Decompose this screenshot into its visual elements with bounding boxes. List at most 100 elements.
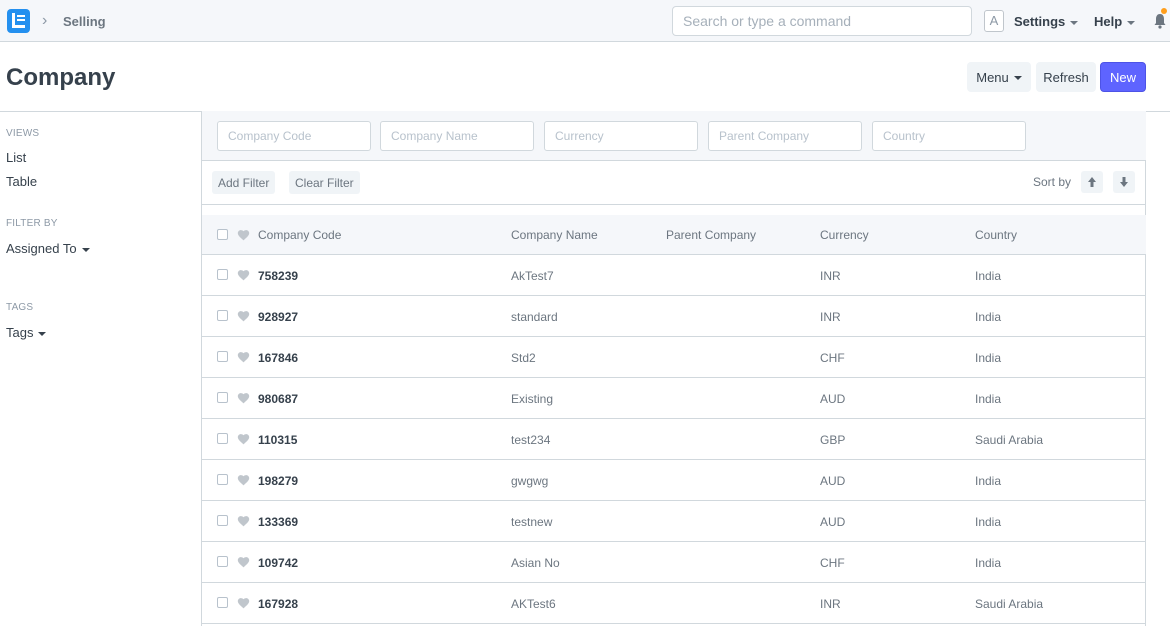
sidebar-item-table[interactable]: Table xyxy=(6,174,37,189)
parent-company-filter[interactable] xyxy=(708,121,862,151)
tags-label: TAGS xyxy=(6,302,34,313)
chevron-right-icon: › xyxy=(42,12,48,29)
bell-icon[interactable] xyxy=(1153,13,1167,29)
caret-down-icon xyxy=(1070,20,1079,25)
column-header-company-code[interactable]: Company Code xyxy=(258,228,341,242)
tags-dropdown-label: Tags xyxy=(6,325,34,340)
country-cell: India xyxy=(975,310,1002,324)
clear-filter-button[interactable]: Clear Filter xyxy=(289,171,360,194)
currency-filter[interactable] xyxy=(544,121,698,151)
assigned-to-label: Assigned To xyxy=(6,241,77,256)
divider xyxy=(202,204,1146,205)
new-button[interactable]: New xyxy=(1100,62,1146,92)
table-row[interactable]: 109742 Asian No CHF India xyxy=(202,542,1146,583)
tags-dropdown[interactable]: Tags xyxy=(6,325,47,340)
arrow-up-icon xyxy=(1088,177,1096,187)
breadcrumb-selling[interactable]: Selling xyxy=(63,14,106,29)
currency-cell: GBP xyxy=(820,433,846,447)
heart-icon[interactable] xyxy=(237,392,250,404)
currency-cell: AUD xyxy=(820,515,846,529)
company-code-cell[interactable]: 133369 xyxy=(258,515,298,529)
table-row[interactable]: 758239 AkTest7 INR India xyxy=(202,255,1146,296)
row-checkbox[interactable] xyxy=(217,392,228,403)
caret-down-icon xyxy=(1013,76,1022,81)
row-checkbox[interactable] xyxy=(217,269,228,280)
company-code-cell[interactable]: 198279 xyxy=(258,474,298,488)
heart-icon[interactable] xyxy=(237,229,250,241)
country-cell: India xyxy=(975,269,1002,283)
company-name-cell: testnew xyxy=(511,515,553,529)
company-code-cell[interactable]: 928927 xyxy=(258,310,298,324)
company-code-cell[interactable]: 110315 xyxy=(258,433,297,447)
avatar[interactable]: A xyxy=(984,10,1004,32)
currency-cell: CHF xyxy=(820,351,845,365)
heart-icon[interactable] xyxy=(237,556,250,568)
row-checkbox[interactable] xyxy=(217,556,228,567)
sort-by-button[interactable]: Sort by xyxy=(1033,175,1071,189)
row-checkbox[interactable] xyxy=(217,310,228,321)
views-label: VIEWS xyxy=(6,128,40,139)
company-name-filter[interactable] xyxy=(380,121,534,151)
row-checkbox[interactable] xyxy=(217,474,228,485)
menu-button[interactable]: Menu xyxy=(967,62,1031,92)
sort-ascending-button[interactable] xyxy=(1081,171,1103,193)
company-name-cell: AKTest6 xyxy=(511,597,556,611)
company-name-cell: AkTest7 xyxy=(511,269,554,283)
table-row[interactable]: 167928 AKTest6 INR Saudi Arabia xyxy=(202,583,1146,624)
table-row[interactable]: 133369 testnew AUD India xyxy=(202,501,1146,542)
table-row[interactable]: 928927 standard INR India xyxy=(202,296,1146,337)
row-checkbox[interactable] xyxy=(217,433,228,444)
caret-down-icon xyxy=(38,331,47,336)
heart-icon[interactable] xyxy=(237,310,250,322)
sort-descending-button[interactable] xyxy=(1113,171,1135,193)
row-checkbox[interactable] xyxy=(217,351,228,362)
select-all-checkbox[interactable] xyxy=(217,229,228,240)
country-cell: India xyxy=(975,392,1002,406)
heart-icon[interactable] xyxy=(237,269,250,281)
currency-cell: AUD xyxy=(820,392,846,406)
app-logo-icon[interactable] xyxy=(7,9,30,33)
settings-dropdown[interactable]: Settings xyxy=(1014,14,1079,29)
country-cell: Saudi Arabia xyxy=(975,597,1044,611)
company-code-filter[interactable] xyxy=(217,121,371,151)
row-checkbox[interactable] xyxy=(217,597,228,608)
add-filter-button[interactable]: Add Filter xyxy=(212,171,276,194)
currency-cell: INR xyxy=(820,310,841,324)
table-row[interactable]: 167846 Std2 CHF India xyxy=(202,337,1146,378)
assigned-to-dropdown[interactable]: Assigned To xyxy=(6,241,90,256)
standard-filters xyxy=(202,111,1146,161)
column-header-country: Country xyxy=(975,228,1018,242)
row-checkbox[interactable] xyxy=(217,515,228,526)
country-cell: India xyxy=(975,351,1002,365)
help-label: Help xyxy=(1094,14,1123,29)
currency-cell: CHF xyxy=(820,556,845,570)
table-row[interactable]: 980687 Existing AUD India xyxy=(202,378,1146,419)
column-header-parent-company: Parent Company xyxy=(666,228,757,242)
company-name-cell: test234 xyxy=(511,433,551,447)
company-code-cell[interactable]: 758239 xyxy=(258,269,298,283)
company-name-cell: standard xyxy=(511,310,558,324)
company-name-cell: gwgwg xyxy=(511,474,549,488)
company-code-cell[interactable]: 167846 xyxy=(258,351,298,365)
heart-icon[interactable] xyxy=(237,351,250,363)
heart-icon[interactable] xyxy=(237,515,250,527)
search-input[interactable] xyxy=(672,6,972,36)
navbar: › Selling A Settings Help xyxy=(0,0,1170,42)
company-code-cell[interactable]: 167928 xyxy=(258,597,298,611)
menu-button-label: Menu xyxy=(976,69,1009,85)
table-row[interactable]: 110315 test234 GBP Saudi Arabia xyxy=(202,419,1146,460)
heart-icon[interactable] xyxy=(237,474,250,486)
company-code-cell[interactable]: 980687 xyxy=(258,392,298,406)
heart-icon[interactable] xyxy=(237,597,250,609)
company-code-cell[interactable]: 109742 xyxy=(258,556,298,570)
heart-icon[interactable] xyxy=(237,433,250,445)
help-dropdown[interactable]: Help xyxy=(1094,14,1136,29)
sidebar-item-list[interactable]: List xyxy=(6,150,26,165)
refresh-button[interactable]: Refresh xyxy=(1036,62,1096,92)
notification-dot xyxy=(1161,8,1167,14)
company-name-cell: Existing xyxy=(511,392,554,406)
table-row[interactable]: 198279 gwgwg AUD India xyxy=(202,460,1146,501)
list-header: Company Code Company Name Parent Company… xyxy=(202,215,1146,255)
country-filter[interactable] xyxy=(872,121,1026,151)
list-view: Add Filter Clear Filter Sort by Company … xyxy=(201,111,1146,626)
